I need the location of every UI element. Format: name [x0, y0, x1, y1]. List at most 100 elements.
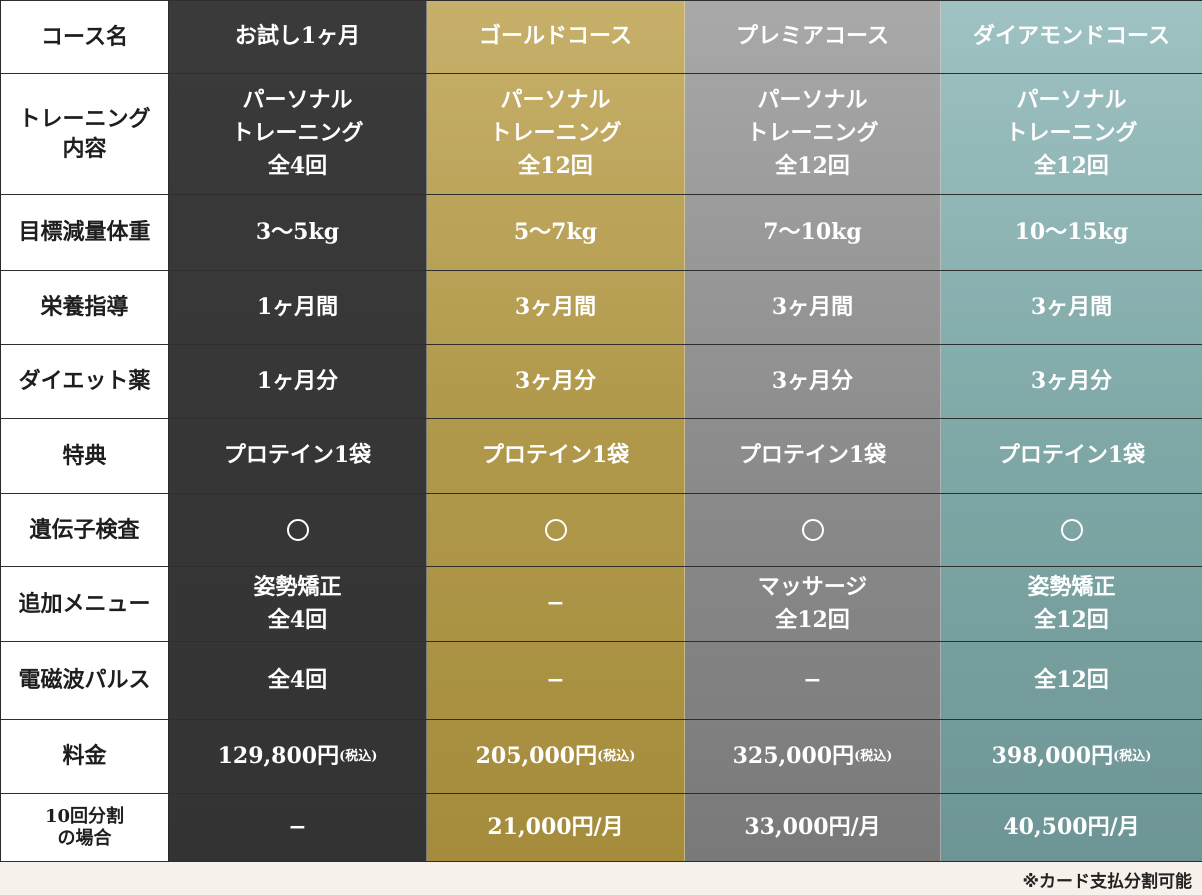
cell-text: 33,000円/月	[744, 814, 881, 840]
cell-text: 1ヶ月間	[256, 293, 339, 320]
column-gold-course: ゴールドコースパーソナル トレーニング 全12回 5～7kg 3ヶ月間 3ヶ月分プロテ…	[427, 0, 685, 862]
table-cell: 姿勢矯正 全4回	[169, 566, 426, 641]
table-cell: プロテイン1袋	[169, 418, 426, 493]
cell-text: 3ヶ月分	[1030, 367, 1113, 394]
cell-text: プロテイン1袋	[481, 442, 630, 468]
cell-text: コース名	[41, 23, 128, 50]
row-label: 遺伝子検査	[1, 493, 168, 566]
table-cell: プロテイン1袋	[427, 418, 684, 493]
table-cell: パーソナル トレーニング 全4回	[169, 73, 426, 194]
cell-text: −	[546, 666, 565, 693]
cell-text: 全4回	[267, 666, 328, 693]
cell-text: 姿勢矯正 全4回	[253, 573, 342, 633]
cell-text: 325,000円	[732, 742, 855, 769]
row-divider	[0, 73, 1202, 74]
cell-text: 3ヶ月間	[1030, 293, 1113, 320]
cell-text: パーソナル トレーニング 全12回	[489, 87, 622, 179]
table-cell: 全12回	[941, 641, 1202, 719]
row-label: ダイエット薬	[1, 344, 168, 418]
cell-text: −	[288, 814, 307, 840]
cell-text: ゴールドコース	[479, 23, 632, 49]
row-label: 10回分割 の場合	[1, 793, 168, 862]
table-cell: 7～10kg	[685, 194, 940, 270]
cell-text: 料金	[62, 743, 107, 769]
row-label: コース名	[1, 0, 168, 73]
table-cell: 3ヶ月間	[427, 270, 684, 344]
footnote: ※カード支払分割可能	[1022, 872, 1192, 892]
row-divider	[0, 719, 1202, 720]
cell-text: 3ヶ月間	[514, 293, 597, 320]
cell-text: パーソナル トレーニング 全12回	[746, 87, 879, 179]
row-divider	[0, 793, 1202, 794]
cell-text: 遺伝子検査	[29, 516, 140, 543]
table-cell: 40,500円/月	[941, 793, 1202, 862]
row-divider	[0, 270, 1202, 271]
table-cell	[685, 493, 940, 566]
row-label: 追加メニュー	[1, 566, 168, 641]
cell-text: ダイエット薬	[18, 368, 151, 394]
tax-included-note: (税込)	[339, 748, 378, 764]
row-label: トレーニング 内容	[1, 73, 168, 194]
tax-included-note: (税込)	[1113, 748, 1152, 764]
cell-text: 10回分割 の場合	[44, 805, 125, 849]
table-cell: 3ヶ月分	[685, 344, 940, 418]
table-cell: プロテイン1袋	[941, 418, 1202, 493]
cell-text: 電磁波パルス	[18, 667, 151, 693]
cell-text: プレミアコース	[736, 23, 889, 49]
cell-text: ダイアモンドコース	[973, 23, 1170, 49]
circle-mark-icon	[801, 518, 824, 541]
cell-text: マッサージ 全12回	[757, 573, 868, 633]
table-cell: 21,000円/月	[427, 793, 684, 862]
cell-text: 全12回	[1034, 666, 1109, 693]
row-divider	[0, 418, 1202, 419]
cell-text: 3ヶ月分	[514, 367, 597, 394]
cell-text: トレーニング 内容	[18, 105, 151, 162]
circle-mark-icon	[544, 518, 567, 541]
table-cell: パーソナル トレーニング 全12回	[941, 73, 1202, 194]
table-cell: 205,000円 (税込)	[427, 719, 684, 793]
table-cell	[169, 493, 426, 566]
cell-text: 特典	[62, 442, 107, 469]
row-divider	[0, 0, 1202, 1]
cell-text: 5～7kg	[513, 218, 598, 245]
cell-text: 姿勢矯正 全12回	[1027, 573, 1116, 633]
table-cell: 姿勢矯正 全12回	[941, 566, 1202, 641]
table-cell: 129,800円 (税込)	[169, 719, 426, 793]
cell-text: 129,800円	[217, 742, 340, 769]
table-cell: −	[169, 793, 426, 862]
cell-text: パーソナル トレーニング 全4回	[231, 87, 364, 179]
cell-text: 7～10kg	[763, 218, 862, 245]
cell-text: 398,000円	[991, 742, 1114, 769]
column-trial-course: お試し1ヶ月 パーソナル トレーニング 全4回 3～5kg 1ヶ月間 1ヶ月分 プロテイン…	[169, 0, 427, 862]
row-divider	[0, 861, 1202, 862]
table-columns: コース名トレーニング 内容目標減量体重 栄養指導ダイエット薬 特典遺伝子検査追加メニ…	[0, 0, 1202, 862]
table-cell: 5～7kg	[427, 194, 684, 270]
row-divider	[0, 493, 1202, 494]
table-cell: 3ヶ月分	[427, 344, 684, 418]
cell-text: 3ヶ月間	[771, 293, 854, 320]
table-cell: 3ヶ月間	[941, 270, 1202, 344]
cell-text: 21,000円/月	[487, 814, 624, 840]
tax-included-note: (税込)	[854, 748, 893, 764]
cell-text: プロテイン1袋	[738, 442, 887, 468]
table-cell: お試し1ヶ月	[169, 0, 426, 73]
cell-text: −	[803, 666, 822, 693]
table-cell: 33,000円/月	[685, 793, 940, 862]
table-cell	[941, 493, 1202, 566]
cell-text: お試し1ヶ月	[234, 23, 361, 49]
cell-text: プロテイン1袋	[223, 442, 372, 468]
table-cell: 10～15kg	[941, 194, 1202, 270]
circle-mark-icon	[286, 518, 309, 541]
cell-text: 3ヶ月分	[771, 367, 854, 394]
row-label: 栄養指導	[1, 270, 168, 344]
table-cell: −	[427, 566, 684, 641]
cell-text: 目標減量体重	[18, 219, 151, 245]
circle-mark-icon	[1060, 518, 1083, 541]
table-cell: プロテイン1袋	[685, 418, 940, 493]
cell-text: 栄養指導	[40, 294, 129, 320]
cell-text: 追加メニュー	[18, 590, 151, 617]
row-label: 特典	[1, 418, 168, 493]
table-cell: マッサージ 全12回	[685, 566, 940, 641]
table-cell: パーソナル トレーニング 全12回	[685, 73, 940, 194]
cell-text: 1ヶ月分	[256, 367, 339, 394]
